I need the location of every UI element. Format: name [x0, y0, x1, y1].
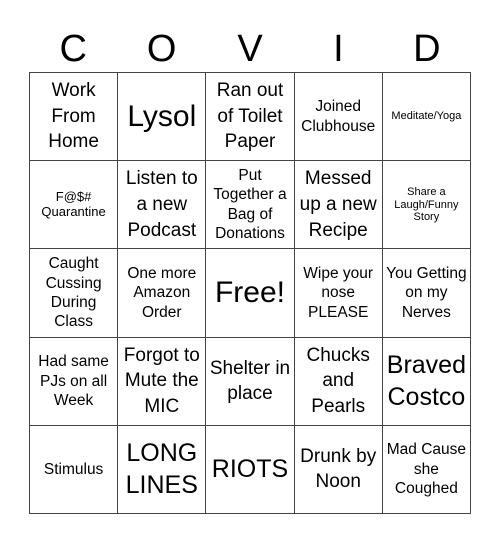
bingo-cell[interactable]: Work From Home: [30, 73, 119, 162]
bingo-header: C O V I D: [29, 26, 471, 72]
bingo-cell-text: F@$# Quarantine: [41, 189, 106, 219]
bingo-cell[interactable]: Forgot to Mute the MIC: [118, 337, 207, 426]
bingo-cell-text: Messed up a new Recipe: [299, 168, 377, 241]
bingo-cell[interactable]: Wipe your nose PLEASE: [294, 249, 383, 338]
bingo-cell-text: Caught Cussing During Class: [45, 255, 102, 331]
bingo-cell[interactable]: Messed up a new Recipe: [294, 161, 383, 250]
bingo-cell[interactable]: Meditate/Yoga: [382, 73, 471, 162]
bingo-cell-free[interactable]: Free!: [206, 249, 295, 338]
header-letter-o: O: [146, 28, 177, 70]
bingo-cell-text: Listen to a new Podcast: [125, 168, 198, 241]
bingo-cell[interactable]: One more Amazon Order: [118, 249, 207, 338]
bingo-cell-text: Joined Clubhouse: [301, 98, 376, 135]
bingo-cell-text: Ran out of Toilet Paper: [216, 80, 284, 153]
header-letter-i: I: [333, 28, 344, 70]
bingo-cell-text: Share a Laugh/Funny Story: [394, 186, 459, 223]
bingo-cell-text: Had same PJs on all Week: [38, 353, 109, 409]
bingo-cell-text: RIOTS: [211, 455, 289, 484]
bingo-cell[interactable]: Shelter in place: [206, 337, 295, 426]
bingo-cell[interactable]: Stimulus: [30, 425, 119, 514]
bingo-cell-text: Lysol: [127, 99, 197, 133]
bingo-cell-text: Meditate/Yoga: [391, 110, 462, 123]
bingo-cell-text: LONG LINES: [125, 438, 198, 500]
header-letter-c: C: [59, 28, 87, 70]
bingo-cell-text: Wipe your nose PLEASE: [303, 264, 374, 321]
bingo-cell[interactable]: F@$# Quarantine: [30, 161, 119, 250]
bingo-cell-text: Put Together a Bag of Donations: [213, 167, 287, 243]
bingo-grid: Work From Home Lysol Ran out of Toilet Pap…: [29, 72, 471, 514]
bingo-cell-text: Stimulus: [43, 460, 104, 478]
bingo-cell[interactable]: Drunk by Noon: [294, 425, 383, 514]
bingo-cell[interactable]: Caught Cussing During Class: [30, 249, 119, 338]
bingo-cell-text: Chucks and Pearls: [306, 344, 370, 418]
bingo-cell-text: Free!: [214, 276, 285, 310]
bingo-cell[interactable]: Joined Clubhouse: [294, 73, 383, 162]
bingo-cell[interactable]: LONG LINES: [118, 425, 207, 514]
header-letter-v: V: [237, 28, 263, 70]
bingo-cell[interactable]: Ran out of Toilet Paper: [206, 73, 295, 162]
bingo-cell-text: Mad Cause she Coughed: [386, 441, 467, 498]
bingo-cell[interactable]: Chucks and Pearls: [294, 337, 383, 426]
bingo-cell-text: You Getting on my Nerves: [386, 264, 467, 321]
bingo-cell-text: Shelter in place: [209, 357, 291, 405]
bingo-cell[interactable]: Put Together a Bag of Donations: [206, 161, 295, 250]
bingo-cell-text: Forgot to Mute the MIC: [123, 344, 200, 418]
bingo-cell[interactable]: Had same PJs on all Week: [30, 337, 119, 426]
bingo-cell-text: Work From Home: [48, 80, 99, 153]
bingo-cell-text: Drunk by Noon: [300, 445, 377, 493]
header-letter-d: D: [413, 28, 441, 70]
bingo-cell-text: One more Amazon Order: [127, 264, 197, 321]
bingo-cell[interactable]: Share a Laugh/Funny Story: [382, 161, 471, 250]
bingo-cell[interactable]: RIOTS: [206, 425, 295, 514]
bingo-cell-text: Braved Costco: [386, 350, 466, 412]
bingo-cell[interactable]: Lysol: [118, 73, 207, 162]
bingo-cell[interactable]: Mad Cause she Coughed: [382, 425, 471, 514]
bingo-cell[interactable]: Listen to a new Podcast: [118, 161, 207, 250]
bingo-cell[interactable]: Braved Costco: [382, 337, 471, 426]
bingo-cell[interactable]: You Getting on my Nerves: [382, 249, 471, 338]
